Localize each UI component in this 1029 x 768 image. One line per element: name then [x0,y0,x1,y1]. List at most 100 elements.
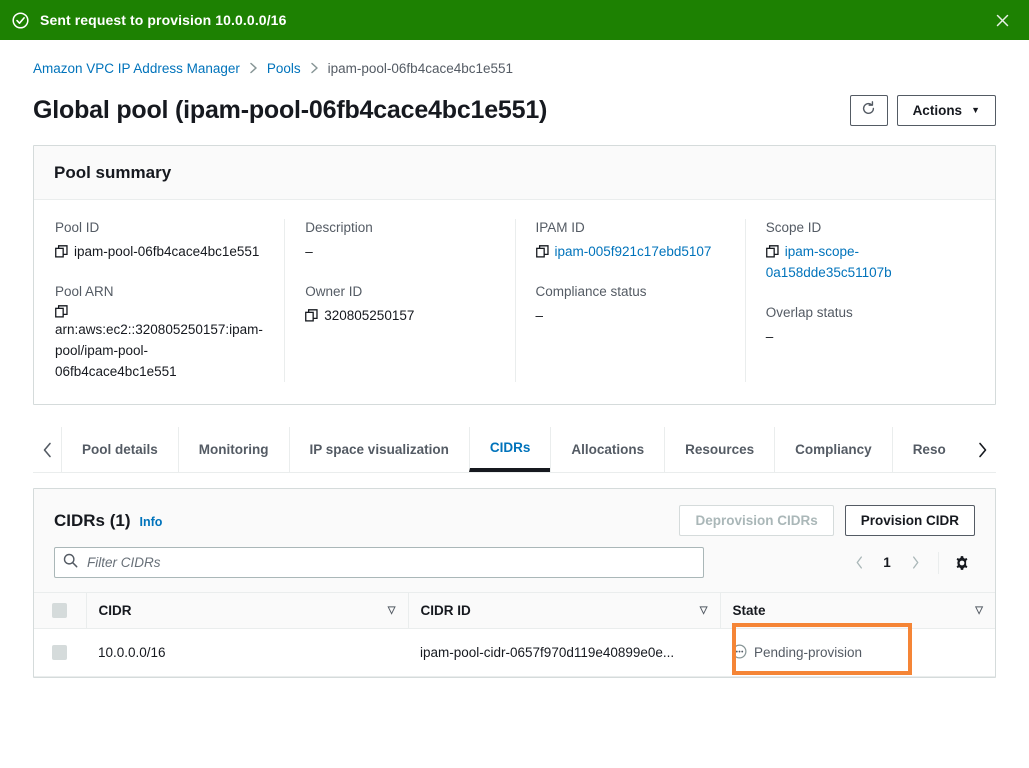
pool-summary-card: Pool summary Pool ID ipam-pool-06fb4cace… [33,145,996,405]
field-label: Overlap status [766,304,955,321]
field-owner-id: Owner ID 320805250157 [305,283,494,326]
check-circle-icon [12,12,29,29]
summary-column-1: Pool ID ipam-pool-06fb4cace4bc1e551 Pool… [54,219,284,382]
column-header-cidr-id[interactable]: CIDR ID ▽ [408,593,720,629]
tab-resources[interactable]: Resources [664,427,774,472]
tab-resource-planning[interactable]: Reso [892,427,946,472]
field-ipam-id: IPAM ID ipam-005f921c17ebd5107 [536,219,725,262]
chevron-right-icon [310,62,319,74]
field-value: 320805250157 [305,305,494,326]
field-value: ipam-scope-0a158dde35c51107b [766,241,955,283]
info-link[interactable]: Info [140,515,163,529]
cidrs-panel: CIDRs (1) Info Deprovision CIDRs Provisi… [33,488,996,678]
summary-column-2: Description – Owner ID 320805250157 [284,219,514,382]
field-label: Owner ID [305,283,494,300]
scope-id-link[interactable]: ipam-scope-0a158dde35c51107b [766,244,892,280]
copy-icon[interactable] [766,245,779,258]
field-compliance-status: Compliance status – [536,283,725,326]
tab-bar: Pool details Monitoring IP space visuali… [33,427,996,473]
description-text: – [305,241,494,262]
sort-icon[interactable]: ▽ [388,606,396,616]
tabs-scroll-right-icon[interactable] [968,427,996,472]
select-all-header [34,593,86,629]
field-label: Scope ID [766,219,955,236]
copy-icon[interactable] [55,245,68,258]
column-label: CIDR ID [421,603,471,618]
filter-cidrs-input[interactable] [54,547,704,578]
tab-ip-space-visualization[interactable]: IP space visualization [289,427,469,472]
column-label: State [733,603,766,618]
summary-column-3: IPAM ID ipam-005f921c17ebd5107 Complianc… [515,219,745,382]
copy-icon[interactable] [55,305,258,318]
status-badge: Pending-provision [754,645,862,660]
flash-notification-banner: Sent request to provision 10.0.0.0/16 [0,0,1029,40]
column-header-cidr[interactable]: CIDR ▽ [86,593,408,629]
field-label: IPAM ID [536,219,725,236]
field-label: Description [305,219,494,236]
sort-icon[interactable]: ▽ [975,606,983,616]
cidrs-title: CIDRs (1) [54,511,131,531]
field-label: Pool ID [55,219,264,236]
field-label: Compliance status [536,283,725,300]
pending-icon [732,644,747,662]
pagination-prev-icon[interactable] [846,550,872,576]
cidrs-panel-header: CIDRs (1) Info Deprovision CIDRs Provisi… [34,489,995,547]
deprovision-cidrs-button[interactable]: Deprovision CIDRs [679,505,833,536]
cell-cidr: 10.0.0.0/16 [86,629,408,677]
field-pool-id: Pool ID ipam-pool-06fb4cace4bc1e551 [55,219,264,262]
pool-summary-title: Pool summary [54,163,975,183]
table-row[interactable]: 10.0.0.0/16 ipam-pool-cidr-0657f970d119e… [34,629,995,677]
breadcrumb-item-current: ipam-pool-06fb4cace4bc1e551 [328,61,513,76]
sort-icon[interactable]: ▽ [700,606,708,616]
select-all-checkbox[interactable] [52,603,67,618]
field-value: ipam-005f921c17ebd5107 [536,241,725,262]
copy-icon[interactable] [305,309,318,322]
tab-monitoring[interactable]: Monitoring [178,427,289,472]
field-value: arn:aws:ec2::320805250157:ipam-pool/ipam… [55,305,264,382]
owner-id-text: 320805250157 [324,308,414,323]
page-header-actions: Actions ▼ [850,95,996,126]
field-scope-id: Scope ID ipam-scope-0a158dde35c51107b [766,219,955,283]
row-select-cell [34,629,86,677]
search-icon [63,553,78,573]
copy-icon[interactable] [536,245,549,258]
page-header: Global pool (ipam-pool-06fb4cace4bc1e551… [33,94,996,126]
column-label: CIDR [99,603,132,618]
provision-cidr-button[interactable]: Provision CIDR [845,505,975,536]
actions-button-label: Actions [913,103,963,118]
flash-message: Sent request to provision 10.0.0.0/16 [40,12,989,28]
pool-summary-body: Pool ID ipam-pool-06fb4cace4bc1e551 Pool… [34,200,995,404]
pool-arn-text: arn:aws:ec2::320805250157:ipam-pool/ipam… [55,322,263,379]
actions-button[interactable]: Actions ▼ [897,95,996,126]
table-header-row: CIDR ▽ CIDR ID ▽ State ▽ [34,593,995,629]
refresh-button[interactable] [850,95,888,126]
compliance-status-text: – [536,305,725,326]
tabs-scroll-left-icon[interactable] [33,427,61,472]
pool-summary-header: Pool summary [34,146,995,200]
tab-allocations[interactable]: Allocations [550,427,664,472]
field-pool-arn: Pool ARN arn:aws:ec2::320805250157:ipam-… [55,283,264,382]
cell-cidr-id: ipam-pool-cidr-0657f970d119e40899e0e... [408,629,720,677]
field-description: Description – [305,219,494,262]
cidrs-table: CIDR ▽ CIDR ID ▽ State ▽ [34,592,995,677]
chevron-right-icon [249,62,258,74]
pagination-next-icon[interactable] [902,550,928,576]
field-overlap-status: Overlap status – [766,304,955,347]
ipam-id-link[interactable]: ipam-005f921c17ebd5107 [555,244,712,259]
column-header-state[interactable]: State ▽ [720,593,995,629]
breadcrumb-item-pools[interactable]: Pools [267,61,301,76]
pagination-page-1[interactable]: 1 [876,555,898,570]
row-checkbox[interactable] [52,645,67,660]
breadcrumb: Amazon VPC IP Address Manager Pools ipam… [33,49,996,87]
refresh-icon [861,101,876,119]
cidrs-filter-row: 1 [34,547,995,592]
field-value: ipam-pool-06fb4cace4bc1e551 [55,241,264,262]
close-icon[interactable] [989,7,1015,33]
pagination: 1 [846,550,975,576]
tab-compliancy[interactable]: Compliancy [774,427,892,472]
breadcrumb-item-ipam[interactable]: Amazon VPC IP Address Manager [33,61,240,76]
gear-icon[interactable] [949,550,975,576]
tab-list: Pool details Monitoring IP space visuali… [61,427,968,472]
tab-cidrs[interactable]: CIDRs [469,427,551,472]
tab-pool-details[interactable]: Pool details [61,427,178,472]
